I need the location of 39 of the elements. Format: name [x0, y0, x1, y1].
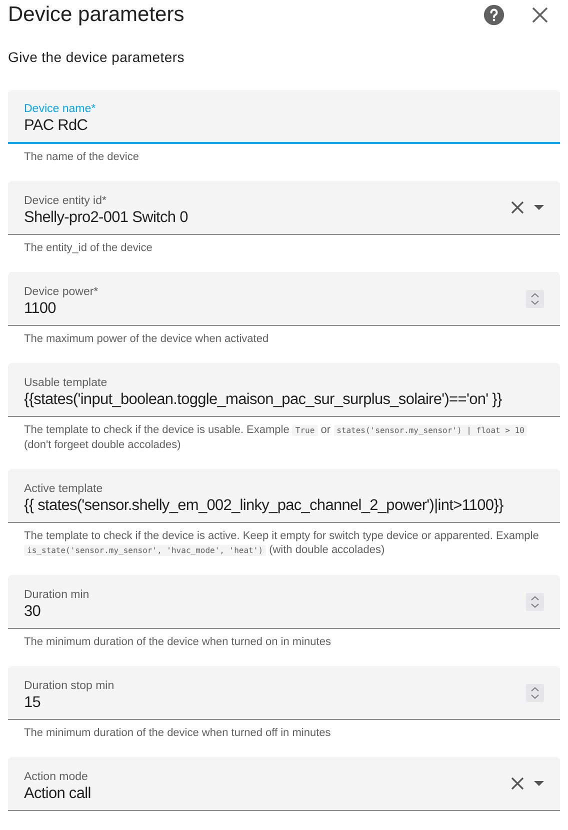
field-value: 1100: [24, 298, 57, 318]
field-value: 15: [24, 692, 42, 712]
field-label: Device name*: [24, 102, 97, 116]
helper-text: The maximum power of the device when activated: [23, 332, 270, 346]
dialog-subtitle: Give the device parameters: [8, 49, 186, 65]
help-icon: [483, 4, 505, 26]
clear-icon[interactable]: [511, 201, 524, 214]
dialog-title: Device parameters: [8, 3, 186, 27]
number-field[interactable]: Duration min 30: [8, 575, 560, 629]
close-icon: [532, 7, 548, 23]
field-value: Shelly-pro2-001 Switch 0: [24, 208, 189, 228]
field-value: {{states('input_boolean.toggle_maison_pac_sur_surplus_solaire')=='on' }}: [24, 390, 503, 410]
field-value: Action call: [24, 784, 92, 804]
helper-text: The entity_id of the device: [23, 241, 154, 255]
field-value: {{ states('sensor.shelly_em_002_linky_pac_channel_2_power')|int>1100}}: [24, 496, 504, 516]
helper-text: The template to check if the device is usable. Example True or states('sensor.my_sensor') | float > 10 (don't forgeet double accolades): [8, 417, 560, 452]
dropdown-caret-icon[interactable]: [534, 781, 544, 786]
field-label: Device entity id*: [24, 194, 108, 208]
text-field[interactable]: Device name* PAC RdC: [8, 90, 560, 144]
dropdown-caret-icon[interactable]: [534, 205, 544, 210]
field-label: Duration min: [24, 588, 90, 602]
field-label: Usable template: [24, 376, 108, 390]
number-field[interactable]: Device power* 1100: [8, 272, 560, 326]
field-label: Device power*: [24, 284, 100, 298]
text-field[interactable]: Active template {{ states('sensor.shelly_em_002_linky_pac_channel_2_power')|int>1100}}: [8, 469, 560, 523]
field-value: PAC RdC: [24, 116, 89, 136]
select-field[interactable]: Device entity id* Shelly-pro2-001 Switch 0: [8, 181, 560, 235]
field-label: Active template: [24, 482, 104, 496]
clear-icon[interactable]: [511, 777, 524, 790]
text-field[interactable]: Usable template {{states('input_boolean.toggle_maison_pac_sur_surplus_solaire')=='on' }}: [8, 363, 560, 417]
helper-text: The minimum duration of the device when turned on in minutes: [23, 635, 332, 649]
field-label: Action mode: [24, 770, 89, 784]
field-value: 30: [24, 602, 42, 622]
helper-text: The template to check if the device is active. Keep it empty for switch type device or apparented. Example is_state('sensor.my_sensor', 'hvac_mode', 'heat') (with double accolades): [23, 529, 540, 558]
helper-text: The minimum duration of the device when turned off in minutes: [23, 726, 332, 740]
select-field[interactable]: Action mode Action call: [8, 757, 560, 811]
helper-text: The name of the device: [23, 150, 140, 164]
number-field[interactable]: Duration stop min 15: [8, 666, 560, 720]
field-label: Duration stop min: [24, 678, 116, 692]
